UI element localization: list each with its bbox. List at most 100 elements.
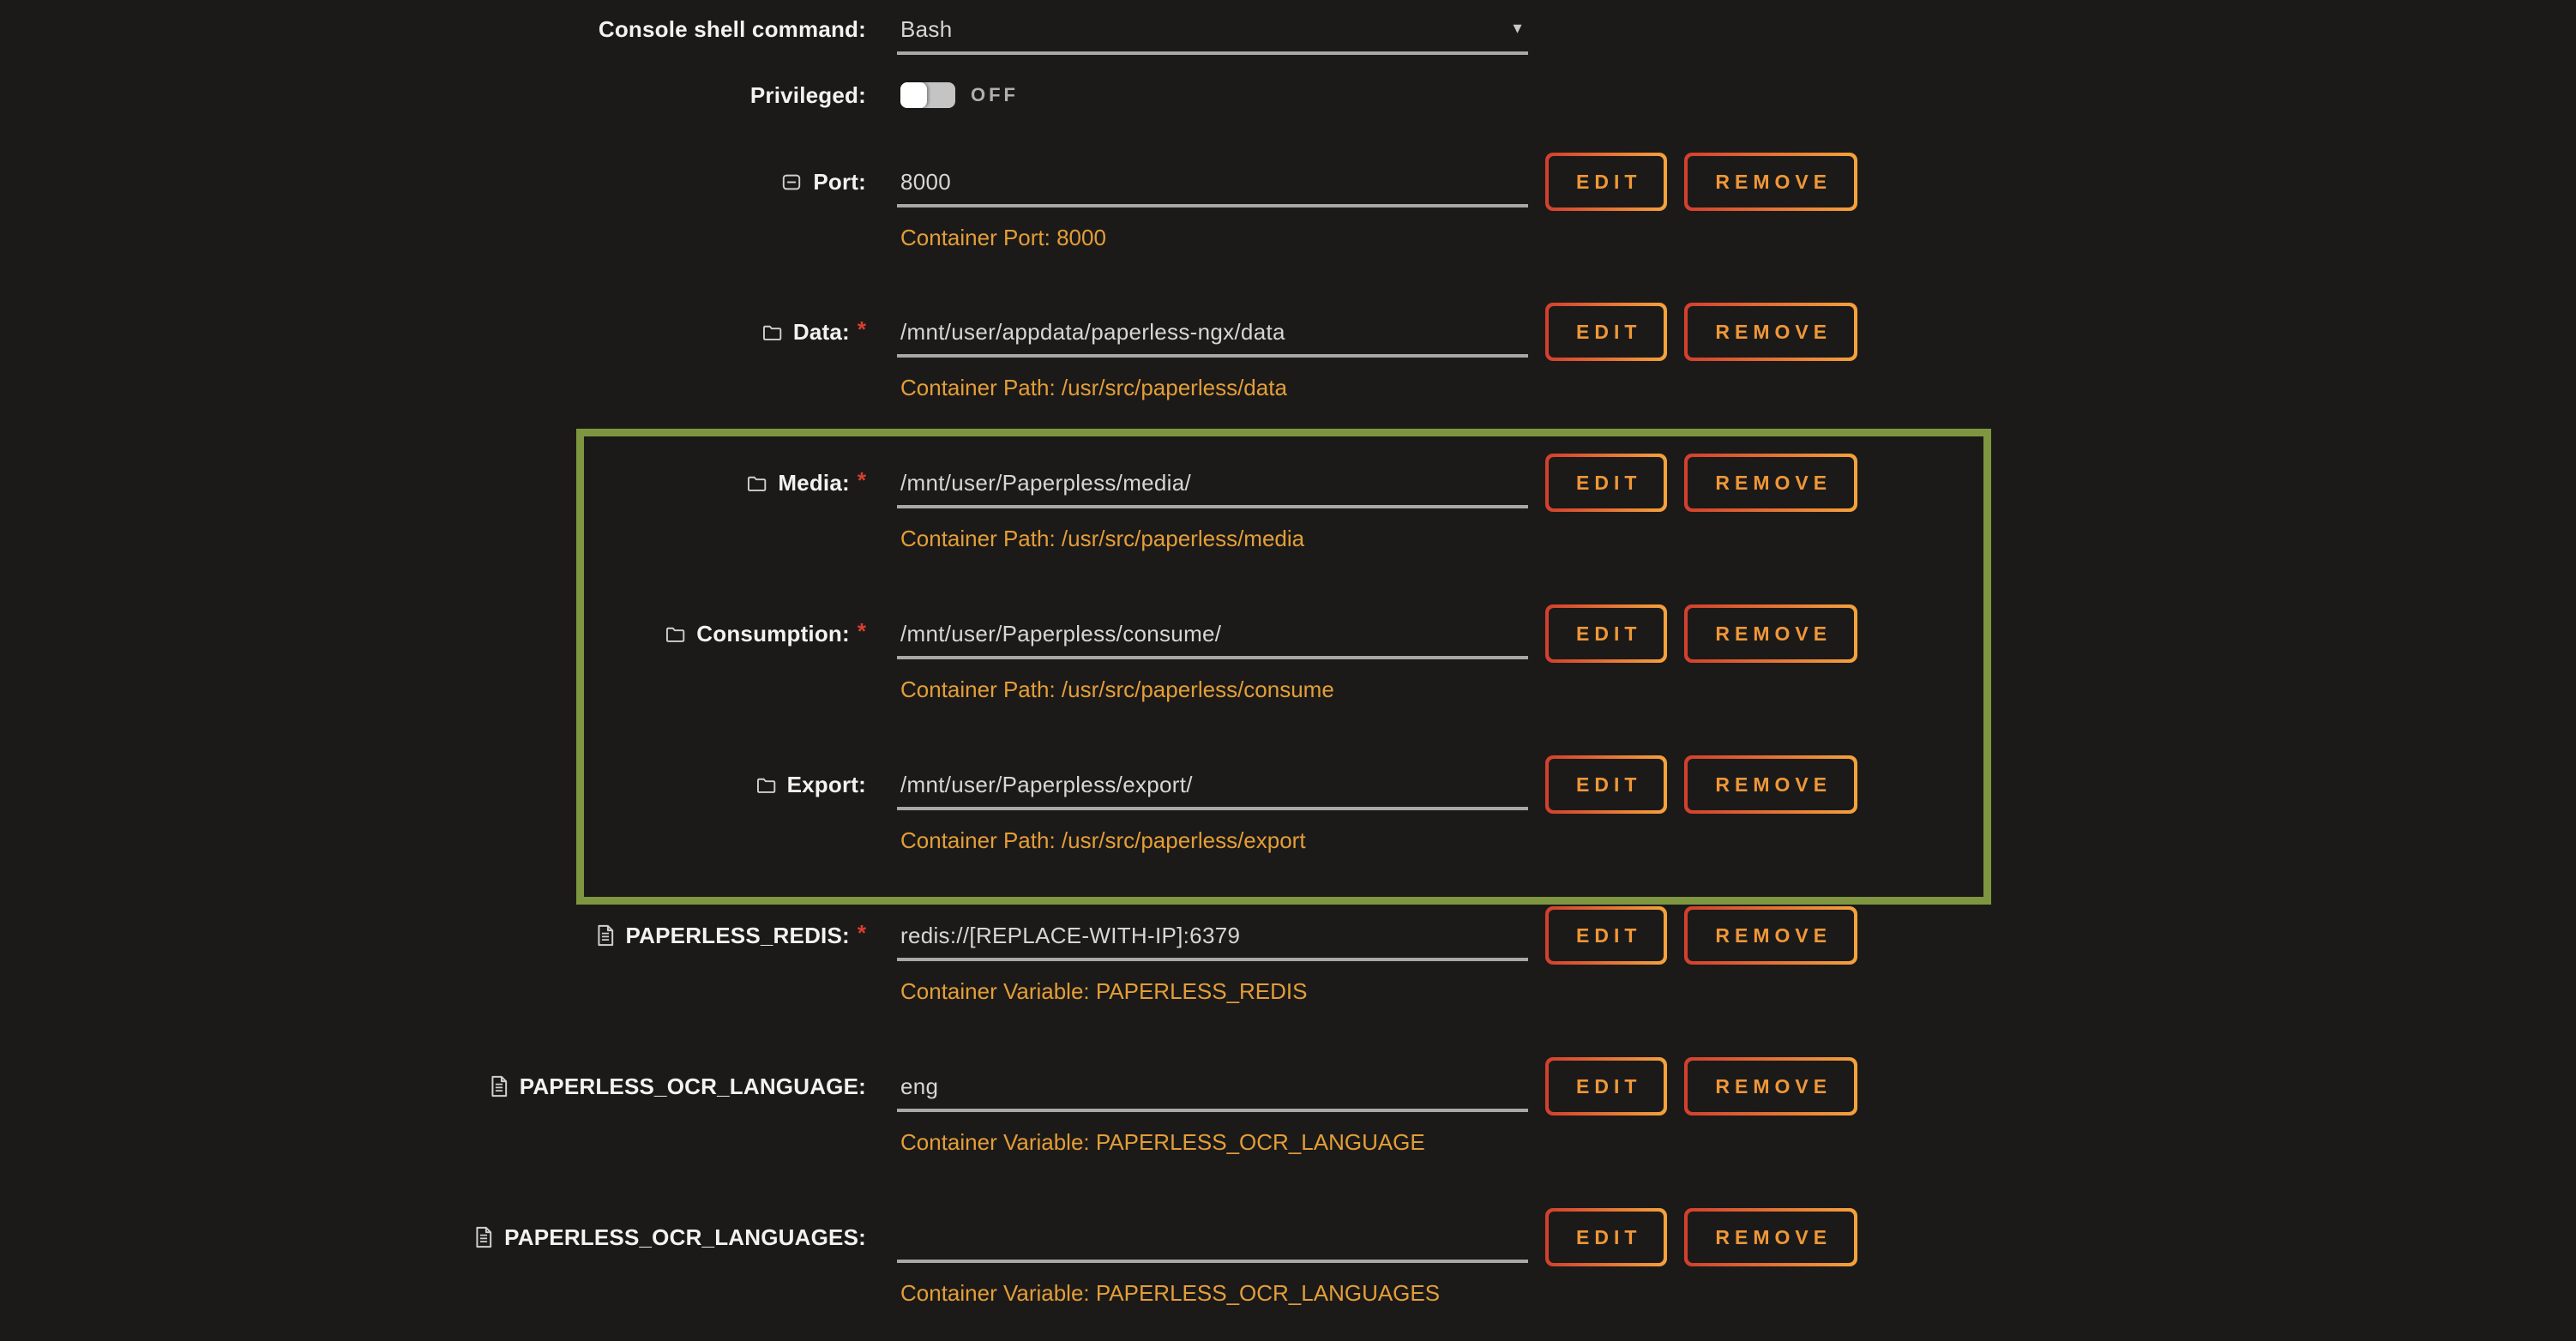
remove-button[interactable]: REMOVE [1684,1057,1857,1115]
required-asterisk: * [858,618,866,645]
row-actions: EDIT REMOVE [1545,906,1857,965]
edit-button[interactable]: EDIT [1545,454,1667,512]
field-help-text: Container Variable: PAPERLESS_REDIS [897,977,1528,1006]
edit-button-label: EDIT [1549,306,1664,358]
field-value-cell: Container Variable: PAPERLESS_OCR_LANGUA… [897,1215,1528,1308]
field-label-cell: PAPERLESS_OCR_LANGUAGES: [0,1215,866,1260]
field-value: redis://[REPLACE-WITH-IP]:6379 [897,923,1240,949]
field-value: /mnt/user/appdata/paperless-ngx/data [897,319,1285,346]
field-label: Consumption: [696,621,850,647]
docker-container-settings-page: Console shell command: Bash ▼ Privileged… [0,0,2576,1341]
toggle-state-label: OFF [971,84,1019,106]
field-value-cell: OFF [897,73,1528,117]
field-value: eng [897,1073,938,1100]
config-row-export: Export: /mnt/user/Paperpless/export/ Con… [0,762,2576,855]
row-actions: EDIT REMOVE [1545,1208,1857,1266]
folder-icon [745,472,768,495]
document-icon [472,1225,495,1249]
field-value-cell: /mnt/user/Paperpless/media/ Container Pa… [897,460,1528,553]
field-label: PAPERLESS_OCR_LANGUAGE: [520,1073,866,1100]
field-value: /mnt/user/Paperpless/consume/ [897,621,1221,647]
paperless-ocr-language-input[interactable]: eng [897,1064,1528,1112]
required-asterisk: * [858,316,866,343]
field-label-cell: Port: [0,159,866,204]
privileged-toggle[interactable] [900,82,955,108]
field-help-text: Container Path: /usr/src/paperless/consu… [897,675,1528,704]
field-value-cell: 8000 Container Port: 8000 [897,159,1528,252]
row-actions: EDIT REMOVE [1545,454,1857,512]
remove-button-label: REMOVE [1688,1061,1854,1112]
config-row-media: Media: * /mnt/user/Paperpless/media/ Con… [0,460,2576,553]
remove-button[interactable]: REMOVE [1684,153,1857,211]
field-label-cell: PAPERLESS_REDIS: * [0,913,866,958]
field-label-cell: Export: [0,762,866,807]
edit-button[interactable]: EDIT [1545,755,1667,814]
field-help-text: Container Path: /usr/src/paperless/expor… [897,826,1528,855]
caret-down-icon: ▼ [1510,21,1525,38]
field-value-cell: /mnt/user/Paperpless/export/ Container P… [897,762,1528,855]
export-input[interactable]: /mnt/user/Paperpless/export/ [897,762,1528,810]
remove-button[interactable]: REMOVE [1684,906,1857,965]
edit-button[interactable]: EDIT [1545,906,1667,965]
data-input[interactable]: /mnt/user/appdata/paperless-ngx/data [897,310,1528,358]
field-value-cell: Bash ▼ [897,7,1528,55]
config-row-paperless-ocr-languages: PAPERLESS_OCR_LANGUAGES: Container Varia… [0,1215,2576,1308]
edit-button[interactable]: EDIT [1545,604,1667,663]
console-shell-command-select[interactable]: Bash ▼ [897,7,1528,55]
toggle-knob [900,82,927,108]
field-value-cell: /mnt/user/appdata/paperless-ngx/data Con… [897,310,1528,402]
remove-button-label: REMOVE [1688,457,1854,508]
selected-option: Bash [897,16,952,43]
remove-button[interactable]: REMOVE [1684,755,1857,814]
remove-button-label: REMOVE [1688,759,1854,810]
remove-button[interactable]: REMOVE [1684,303,1857,361]
remove-button-label: REMOVE [1688,306,1854,358]
remove-button-label: REMOVE [1688,608,1854,659]
field-label-cell: Consumption: * [0,611,866,656]
field-label: PAPERLESS_OCR_LANGUAGES: [504,1224,866,1251]
config-row-port: Port: 8000 Container Port: 8000 EDIT REM… [0,159,2576,252]
remove-button-label: REMOVE [1688,156,1854,207]
field-label: Port: [813,169,866,195]
field-value: /mnt/user/Paperpless/media/ [897,470,1191,496]
field-label-cell: Data: * [0,310,866,354]
consumption-input[interactable]: /mnt/user/Paperpless/consume/ [897,611,1528,659]
field-value: /mnt/user/Paperpless/export/ [897,772,1193,798]
edit-button-label: EDIT [1549,608,1664,659]
field-help-text: Container Variable: PAPERLESS_OCR_LANGUA… [897,1278,1528,1308]
field-value-cell: /mnt/user/Paperpless/consume/ Container … [897,611,1528,704]
remove-button[interactable]: REMOVE [1684,454,1857,512]
row-actions: EDIT REMOVE [1545,604,1857,663]
edit-button-label: EDIT [1549,156,1664,207]
edit-button[interactable]: EDIT [1545,1208,1667,1266]
port-icon [779,171,803,194]
edit-button[interactable]: EDIT [1545,153,1667,211]
remove-button-label: REMOVE [1688,1212,1854,1263]
paperless-ocr-languages-input[interactable] [897,1215,1528,1263]
edit-button-label: EDIT [1549,1212,1664,1263]
field-help-text: Container Port: 8000 [897,223,1528,252]
field-label: Media: [778,470,850,496]
port-input[interactable]: 8000 [897,159,1528,207]
folder-icon [755,773,778,797]
remove-button[interactable]: REMOVE [1684,1208,1857,1266]
document-icon [488,1074,510,1098]
field-label: Privileged: [750,82,866,109]
row-actions: EDIT REMOVE [1545,153,1857,211]
edit-button-label: EDIT [1549,1061,1664,1112]
edit-button-label: EDIT [1549,457,1664,508]
toggle-cell: OFF [897,73,1528,117]
remove-button[interactable]: REMOVE [1684,604,1857,663]
field-label-cell: Media: * [0,460,866,505]
config-row-consumption: Consumption: * /mnt/user/Paperpless/cons… [0,611,2576,704]
paperless-redis-input[interactable]: redis://[REPLACE-WITH-IP]:6379 [897,913,1528,961]
field-label-cell: Privileged: [0,73,866,117]
edit-button[interactable]: EDIT [1545,1057,1667,1115]
media-input[interactable]: /mnt/user/Paperpless/media/ [897,460,1528,508]
field-help-text: Container Path: /usr/src/paperless/data [897,373,1528,402]
folder-icon [761,321,784,344]
edit-button[interactable]: EDIT [1545,303,1667,361]
edit-button-label: EDIT [1549,910,1664,961]
field-value: 8000 [897,169,951,195]
field-help-text: Container Path: /usr/src/paperless/media [897,524,1528,553]
